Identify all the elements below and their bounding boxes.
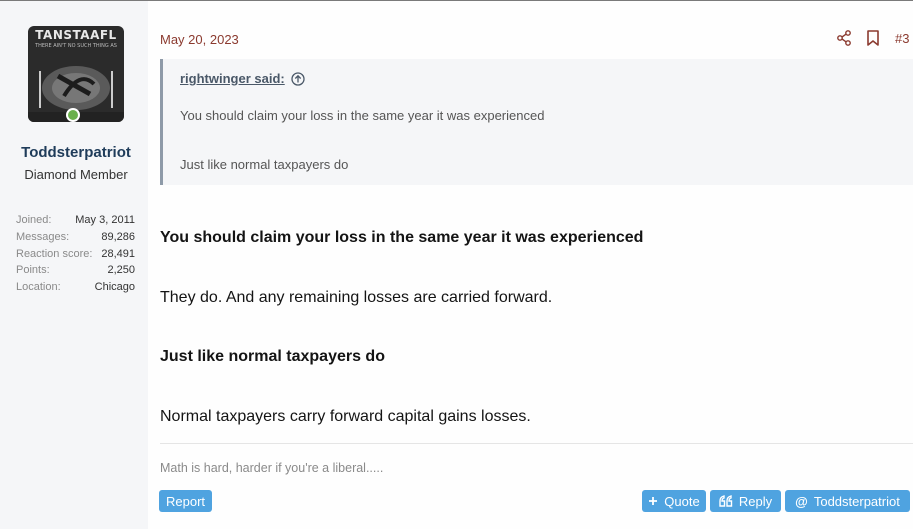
post-body-paragraph: They do. And any remaining losses are ca… bbox=[160, 289, 553, 306]
stat-label: Points: bbox=[16, 264, 50, 277]
stat-value[interactable]: Chicago bbox=[95, 279, 135, 296]
bookmark-icon[interactable] bbox=[866, 30, 880, 46]
quote-author-link[interactable]: rightwinger said: bbox=[180, 71, 285, 86]
stat-joined: Joined: May 3, 2011 bbox=[16, 212, 135, 229]
mention-label: Toddsterpatriot bbox=[813, 493, 900, 509]
avatar[interactable]: TANSTAAFL THERE AIN'T NO SUCH THING AS bbox=[28, 26, 124, 122]
reply-label: Reply bbox=[738, 493, 773, 509]
stat-value[interactable]: 89,286 bbox=[101, 229, 135, 246]
user-stats: Joined: May 3, 2011 Messages: 89,286 Rea… bbox=[16, 212, 135, 296]
stat-label: Location: bbox=[16, 281, 61, 294]
post-body-paragraph: You should claim your loss in the same y… bbox=[160, 229, 644, 246]
stat-label: Messages: bbox=[16, 230, 70, 243]
stat-value: May 3, 2011 bbox=[75, 214, 135, 226]
mention-button[interactable]: @ Toddsterpatriot bbox=[785, 490, 910, 512]
quote-button[interactable]: Quote bbox=[642, 490, 706, 512]
stat-value[interactable]: 2,250 bbox=[107, 262, 135, 279]
quote-block: rightwinger said: You should claim your … bbox=[160, 59, 913, 185]
online-status-icon bbox=[66, 108, 80, 122]
post-body-paragraph: Normal taxpayers carry forward capital g… bbox=[160, 408, 531, 425]
stat-label: Joined: bbox=[16, 214, 52, 226]
quote-header: rightwinger said: bbox=[180, 71, 305, 86]
quote-text: You should claim your loss in the same y… bbox=[180, 108, 545, 123]
user-title: Diamond Member bbox=[24, 167, 128, 182]
quote-marks-icon bbox=[719, 495, 733, 507]
reply-button[interactable]: Reply bbox=[710, 490, 781, 512]
stat-messages: Messages: 89,286 bbox=[16, 229, 135, 246]
post-date-link[interactable]: May 20, 2023 bbox=[160, 32, 239, 47]
post-number-link[interactable]: #3 bbox=[895, 31, 909, 46]
stat-value: 28,491 bbox=[101, 247, 135, 260]
user-panel: TANSTAAFL THERE AIN'T NO SUCH THING AS T… bbox=[0, 1, 148, 529]
report-button[interactable]: Report bbox=[159, 490, 212, 512]
username-link[interactable]: Toddsterpatriot bbox=[0, 144, 152, 161]
plus-icon bbox=[649, 497, 658, 505]
stat-location: Location: Chicago bbox=[16, 279, 135, 296]
share-icon[interactable] bbox=[836, 30, 852, 46]
stat-reaction-score: Reaction score: 28,491 bbox=[16, 246, 135, 263]
signature-divider bbox=[160, 443, 913, 444]
report-label: Report bbox=[165, 493, 206, 509]
arrow-up-circle-icon[interactable] bbox=[291, 71, 305, 86]
quote-text: Just like normal taxpayers do bbox=[180, 157, 349, 172]
quote-label: Quote bbox=[664, 493, 700, 509]
stat-points: Points: 2,250 bbox=[16, 262, 135, 279]
post-body-paragraph: Just like normal taxpayers do bbox=[160, 348, 385, 365]
signature: Math is hard, harder if you're a liberal… bbox=[160, 461, 384, 475]
at-sign-icon: @ bbox=[795, 493, 808, 509]
stat-label: Reaction score: bbox=[16, 247, 93, 260]
plate-icon bbox=[28, 66, 124, 122]
